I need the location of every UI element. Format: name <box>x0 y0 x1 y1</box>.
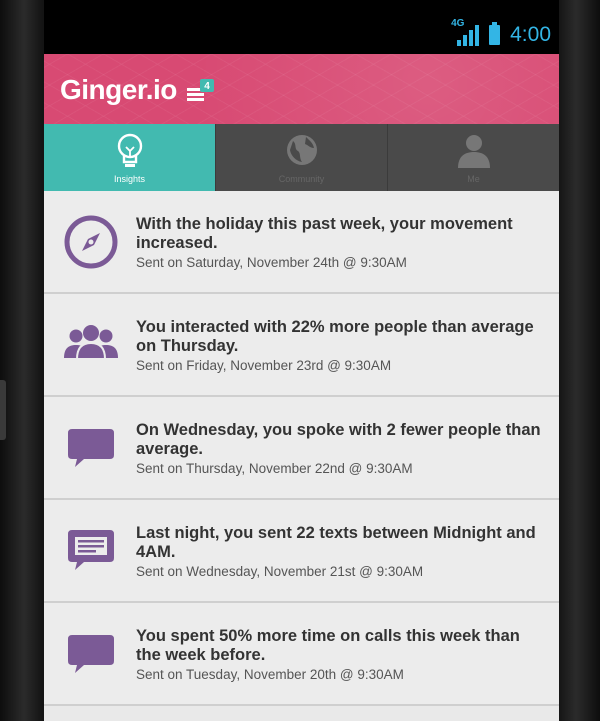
insight-message: On Wednesday, you spoke with 2 fewer peo… <box>136 421 541 458</box>
insight-timestamp: Sent on Wednesday, November 21st @ 9:30A… <box>136 564 424 579</box>
battery-icon <box>489 22 501 45</box>
tab-community-label: Community <box>278 174 325 184</box>
tab-community[interactable]: Community <box>216 124 388 191</box>
network-type: 4G <box>451 18 465 29</box>
lightbulb-icon <box>117 133 142 167</box>
people-icon <box>64 325 118 360</box>
tab-insights[interactable]: Insights <box>44 124 216 191</box>
list-item[interactable]: Last night, you sent 22 texts between Mi… <box>44 500 559 603</box>
side-button <box>0 380 6 440</box>
list-item[interactable]: You interacted with 22% more people than… <box>44 294 559 397</box>
list-item[interactable]: You spent 50% more time on calls this we… <box>44 603 559 706</box>
insight-timestamp: Sent on Thursday, November 22nd @ 9:30AM <box>136 461 413 476</box>
person-icon <box>457 135 490 168</box>
insight-timestamp: Sent on Saturday, November 24th @ 9:30AM <box>136 255 407 270</box>
speech-bubbles-icon <box>68 429 114 467</box>
insight-message: You interacted with 22% more people than… <box>136 318 534 355</box>
list-item[interactable]: On Wednesday, you spoke with 2 fewer peo… <box>44 397 559 500</box>
tab-insights-label: Insights <box>113 174 146 184</box>
globe-icon <box>286 135 317 165</box>
compass-icon <box>64 215 118 269</box>
tab-me-label: Me <box>467 174 480 184</box>
app-header: Ginger.io 4 <box>44 54 559 124</box>
signal-icon: 4G <box>451 18 480 46</box>
list-item[interactable]: With the holiday this past week, your mo… <box>44 191 559 294</box>
tab-me[interactable]: Me <box>388 124 559 191</box>
insight-timestamp: Sent on Tuesday, November 20th @ 9:30AM <box>136 667 404 682</box>
insight-message: Last night, you sent 22 texts between Mi… <box>136 524 536 561</box>
menu-badge-count: 4 <box>204 81 210 92</box>
speech-bubbles-icon <box>68 635 114 673</box>
insight-message: With the holiday this past week, your mo… <box>136 215 513 252</box>
tab-bar: Insights Community Me <box>44 124 559 191</box>
notifications-menu-icon[interactable]: 4 <box>187 78 215 104</box>
insight-timestamp: Sent on Friday, November 23rd @ 9:30AM <box>136 358 392 373</box>
text-message-icon <box>68 530 114 570</box>
phone-screen: 4G 4:00 Ginger.io 4 Insights Community M… <box>44 0 559 721</box>
insight-message: You spent 50% more time on calls this we… <box>136 627 520 664</box>
insights-feed: With the holiday this past week, your mo… <box>44 191 559 706</box>
app-logo[interactable]: Ginger.io <box>60 74 177 106</box>
status-clock: 4:00 <box>510 23 551 46</box>
status-bar: 4G 4:00 <box>44 0 559 54</box>
